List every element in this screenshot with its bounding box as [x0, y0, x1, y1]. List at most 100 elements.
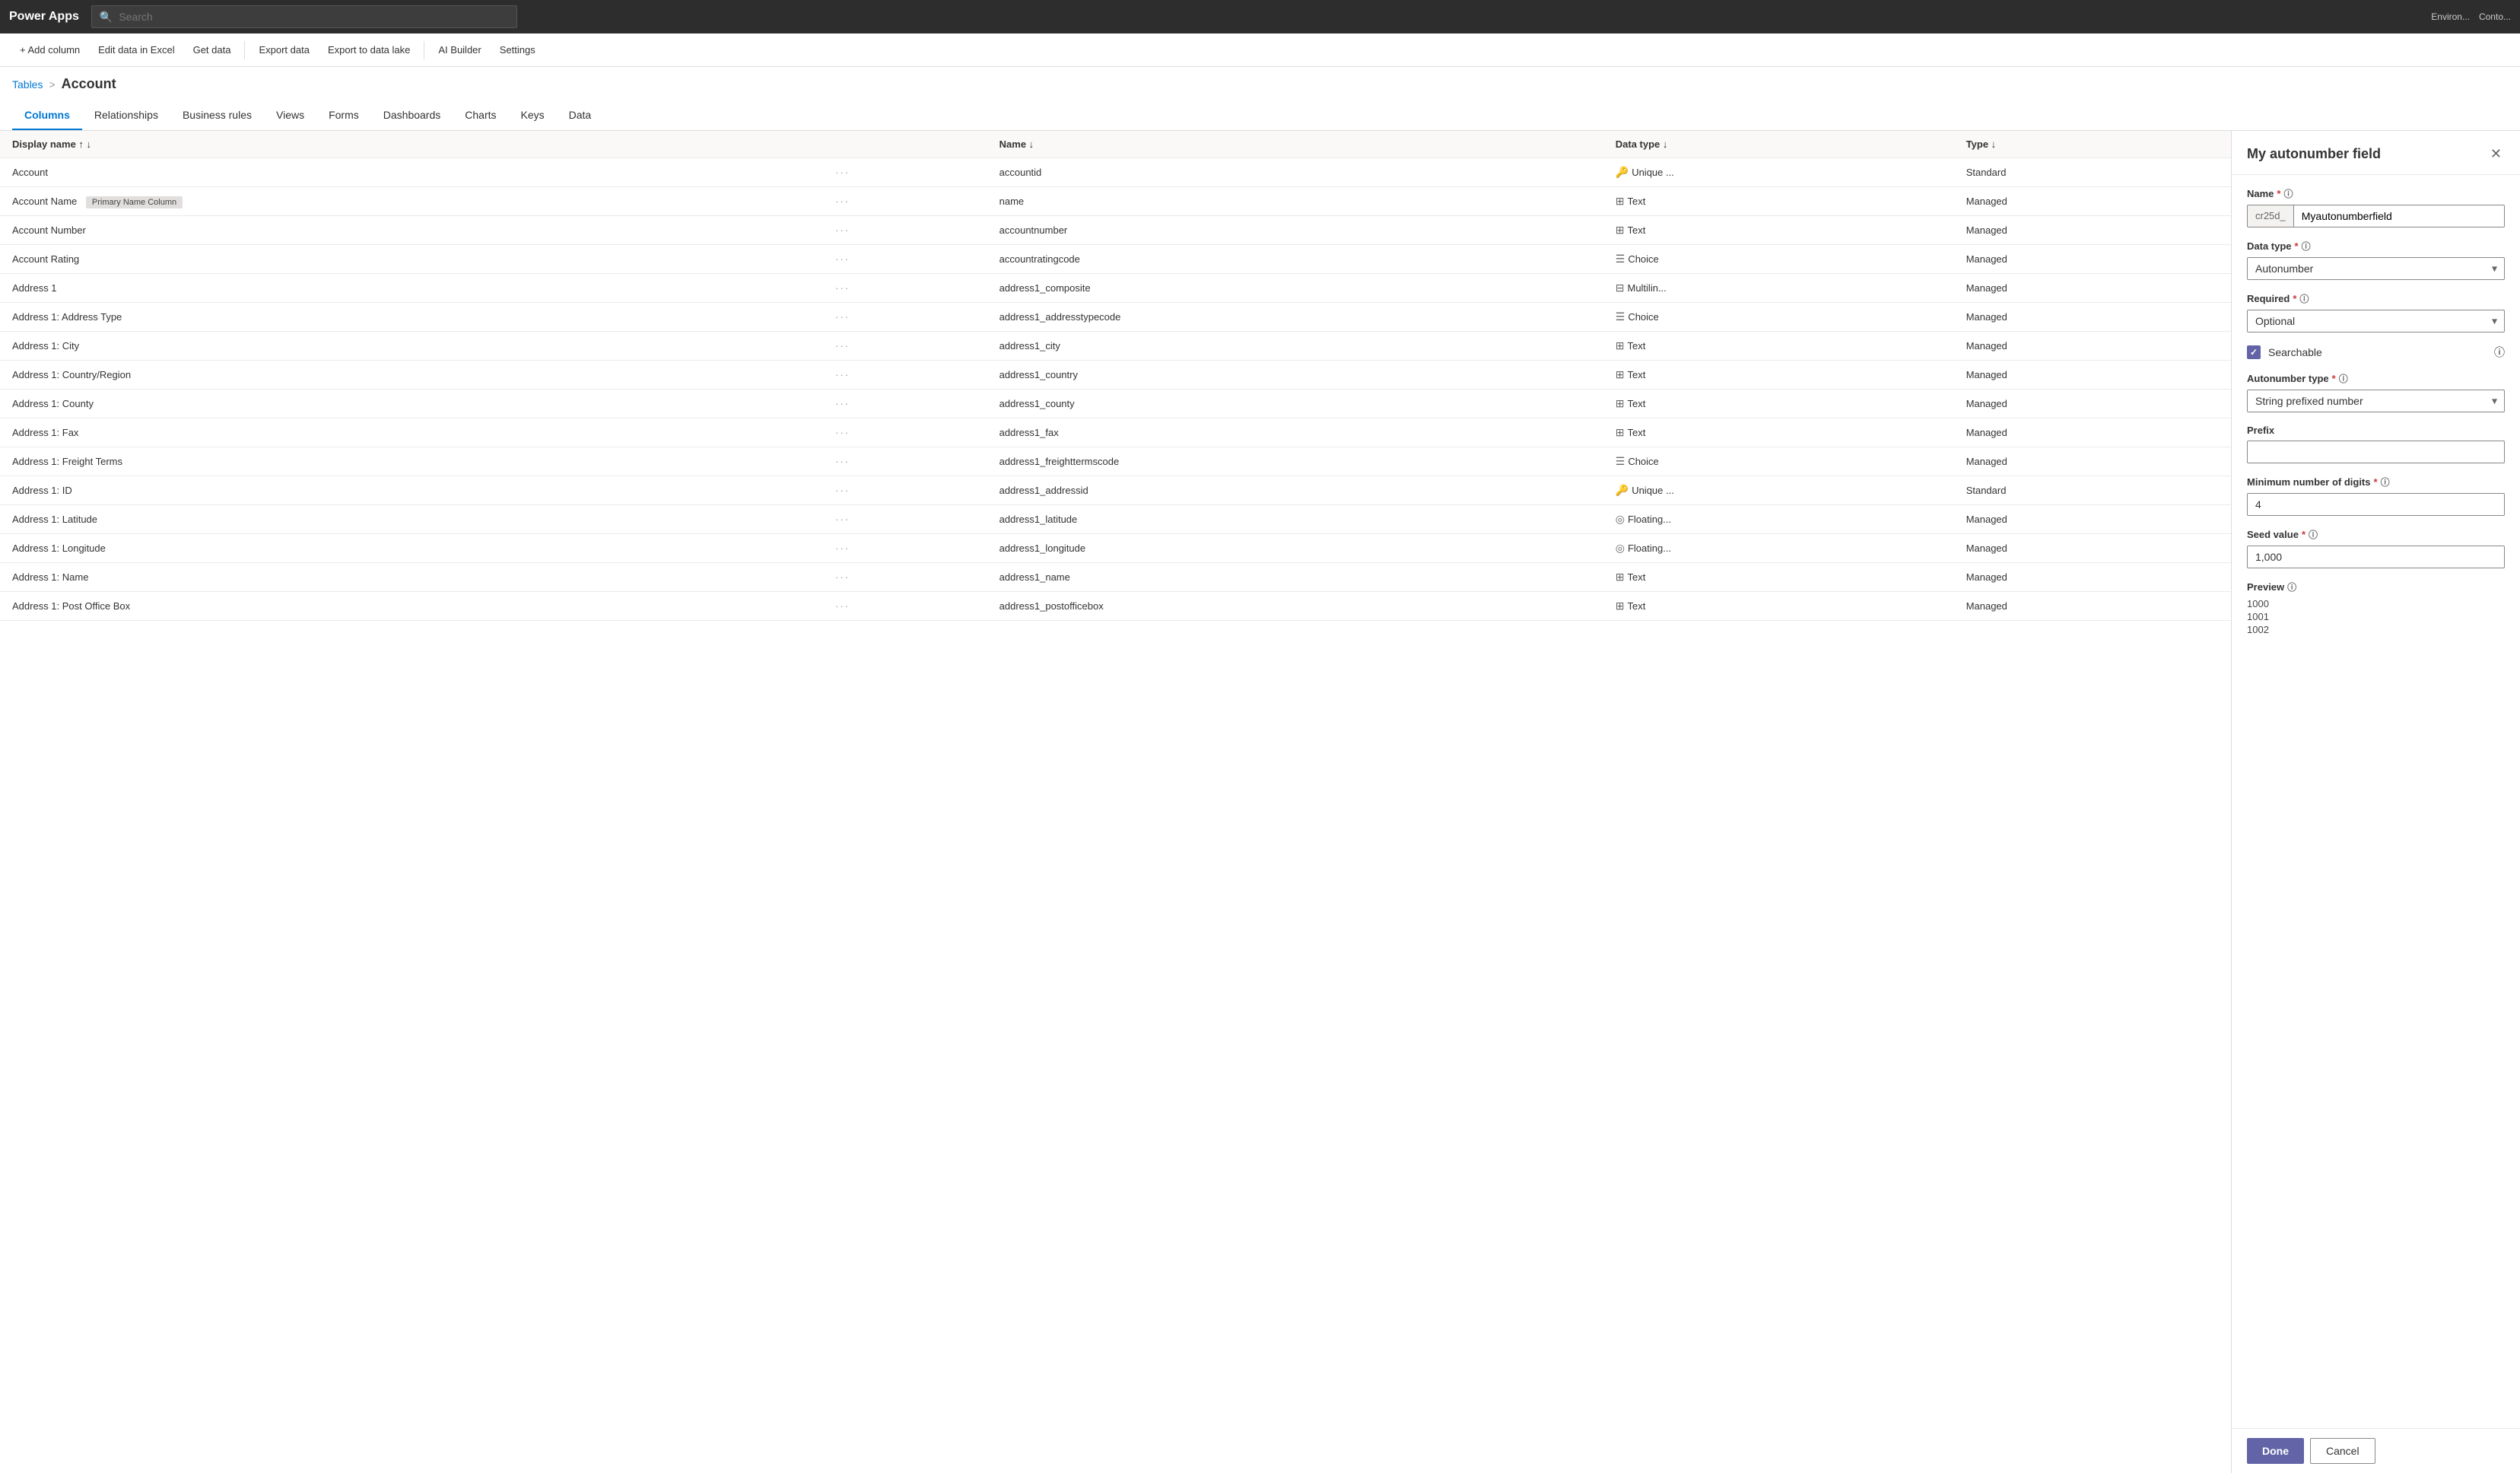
cell-dots[interactable]: ··· [823, 563, 987, 592]
cell-data-type: ⊞Text [1603, 216, 1954, 245]
nav-tab-charts[interactable]: Charts [453, 101, 508, 130]
cell-display-name: Address 1: County [0, 390, 823, 418]
cell-dots[interactable]: ··· [823, 476, 987, 505]
datatype-icon-text: ⊞ [1616, 426, 1625, 438]
cell-dots[interactable]: ··· [823, 274, 987, 303]
autonumber-type-select[interactable]: String prefixed number [2247, 390, 2505, 412]
seed-value-info-icon[interactable]: ⓘ [2309, 528, 2318, 541]
cell-type: Managed [1954, 592, 2231, 621]
brand-logo: Power Apps [9, 10, 79, 24]
add-column-button[interactable]: + Add column [12, 40, 87, 60]
cell-type: Standard [1954, 158, 2231, 187]
nav-tab-dashboards[interactable]: Dashboards [371, 101, 453, 130]
data-type-required: * [2295, 240, 2299, 252]
autonumber-type-select-wrapper: String prefixed number ▾ [2247, 390, 2505, 412]
cell-dots[interactable]: ··· [823, 390, 987, 418]
get-data-button[interactable]: Get data [186, 40, 239, 60]
th-display-name[interactable]: Display name ↑ ↓ [0, 131, 823, 158]
nav-tab-columns[interactable]: Columns [12, 101, 82, 130]
cell-dots[interactable]: ··· [823, 592, 987, 621]
nav-tab-keys[interactable]: Keys [509, 101, 557, 130]
cell-display-name: Address 1: Longitude [0, 534, 823, 563]
export-datalake-button[interactable]: Export to data lake [320, 40, 418, 60]
cell-display-name: Address 1 [0, 274, 823, 303]
table-row: Account Rating ··· accountratingcode ☰Ch… [0, 245, 2231, 274]
data-type-select[interactable]: Autonumber [2247, 257, 2505, 280]
datatype-icon-text: ⊞ [1616, 339, 1625, 352]
breadcrumb-tables[interactable]: Tables [12, 78, 43, 91]
cell-dots[interactable]: ··· [823, 245, 987, 274]
required-select[interactable]: Optional [2247, 310, 2505, 332]
cell-dots[interactable]: ··· [823, 361, 987, 390]
settings-button[interactable]: Settings [492, 40, 543, 60]
ai-builder-button[interactable]: AI Builder [431, 40, 488, 60]
min-digits-input[interactable] [2247, 493, 2505, 516]
datatype-icon-multiln: ⊟ [1616, 282, 1625, 294]
cell-type: Managed [1954, 505, 2231, 534]
preview-info-icon[interactable]: ⓘ [2287, 581, 2296, 593]
nav-tab-views[interactable]: Views [264, 101, 316, 130]
cell-display-name: Address 1: ID [0, 476, 823, 505]
nav-tab-business-rules[interactable]: Business rules [170, 101, 264, 130]
seed-value-input[interactable] [2247, 546, 2505, 568]
searchable-info-icon[interactable]: ⓘ [2494, 345, 2505, 360]
cell-name: address1_city [987, 332, 1603, 361]
cell-data-type: ⊞Text [1603, 187, 1954, 216]
cell-dots[interactable]: ··· [823, 447, 987, 476]
panel-header: My autonumber field ✕ [2232, 131, 2520, 175]
min-digits-field-group: Minimum number of digits * ⓘ [2247, 476, 2505, 516]
searchable-checkbox[interactable] [2247, 345, 2261, 359]
name-info-icon[interactable]: ⓘ [2283, 187, 2293, 200]
cell-dots[interactable]: ··· [823, 216, 987, 245]
datatype-icon-unique: 🔑 [1616, 484, 1629, 496]
min-digits-info-icon[interactable]: ⓘ [2381, 476, 2390, 488]
table-row: Address 1: County ··· address1_county ⊞T… [0, 390, 2231, 418]
nav-tab-forms[interactable]: Forms [316, 101, 371, 130]
cell-dots[interactable]: ··· [823, 418, 987, 447]
cell-type: Managed [1954, 187, 2231, 216]
cell-dots[interactable]: ··· [823, 187, 987, 216]
cell-name: address1_postofficebox [987, 592, 1603, 621]
table-header-row: Display name ↑ ↓ Name ↓ Data type ↓ Type… [0, 131, 2231, 158]
th-data-type[interactable]: Data type ↓ [1603, 131, 1954, 158]
panel-title: My autonumber field [2247, 146, 2381, 162]
cell-dots[interactable]: ··· [823, 534, 987, 563]
required-label: Required * ⓘ [2247, 292, 2505, 305]
nav-tab-data[interactable]: Data [557, 101, 604, 130]
cancel-button[interactable]: Cancel [2310, 1438, 2375, 1464]
cell-dots[interactable]: ··· [823, 303, 987, 332]
th-name[interactable]: Name ↓ [987, 131, 1603, 158]
nav-tab-relationships[interactable]: Relationships [82, 101, 170, 130]
environment-label: Environ... [2431, 11, 2470, 22]
cell-dots[interactable]: ··· [823, 158, 987, 187]
search-box[interactable]: 🔍 [91, 5, 517, 28]
datatype-icon-choice: ☰ [1616, 455, 1625, 467]
cell-dots[interactable]: ··· [823, 505, 987, 534]
th-type[interactable]: Type ↓ [1954, 131, 2231, 158]
panel-body: Name * ⓘ cr25d_ Data type * ⓘ [2232, 175, 2520, 647]
cell-dots[interactable]: ··· [823, 332, 987, 361]
cell-type: Managed [1954, 245, 2231, 274]
done-button[interactable]: Done [2247, 1438, 2304, 1464]
cell-display-name: Account Name Primary Name Column [0, 187, 823, 216]
right-panel: My autonumber field ✕ Name * ⓘ cr25d_ Da [2231, 131, 2520, 1473]
cell-type: Managed [1954, 390, 2231, 418]
edit-excel-button[interactable]: Edit data in Excel [91, 40, 182, 60]
cell-data-type: ◎Floating... [1603, 534, 1954, 563]
user-label: Conto... [2479, 11, 2511, 22]
search-input[interactable] [119, 11, 509, 23]
name-input[interactable] [2294, 205, 2504, 227]
autonumber-type-info-icon[interactable]: ⓘ [2339, 372, 2348, 385]
required-info-icon[interactable]: ⓘ [2299, 292, 2309, 305]
data-type-label: Data type * ⓘ [2247, 240, 2505, 253]
panel-close-button[interactable]: ✕ [2487, 143, 2505, 165]
export-data-button[interactable]: Export data [251, 40, 317, 60]
prefix-input[interactable] [2247, 441, 2505, 463]
data-type-info-icon[interactable]: ⓘ [2302, 240, 2311, 253]
primary-name-badge: Primary Name Column [86, 196, 183, 208]
searchable-row: Searchable ⓘ [2247, 345, 2505, 360]
cell-name: address1_country [987, 361, 1603, 390]
search-icon: 🔍 [100, 11, 113, 24]
table-area: Display name ↑ ↓ Name ↓ Data type ↓ Type… [0, 131, 2231, 1473]
preview-label: Preview ⓘ [2247, 581, 2505, 593]
